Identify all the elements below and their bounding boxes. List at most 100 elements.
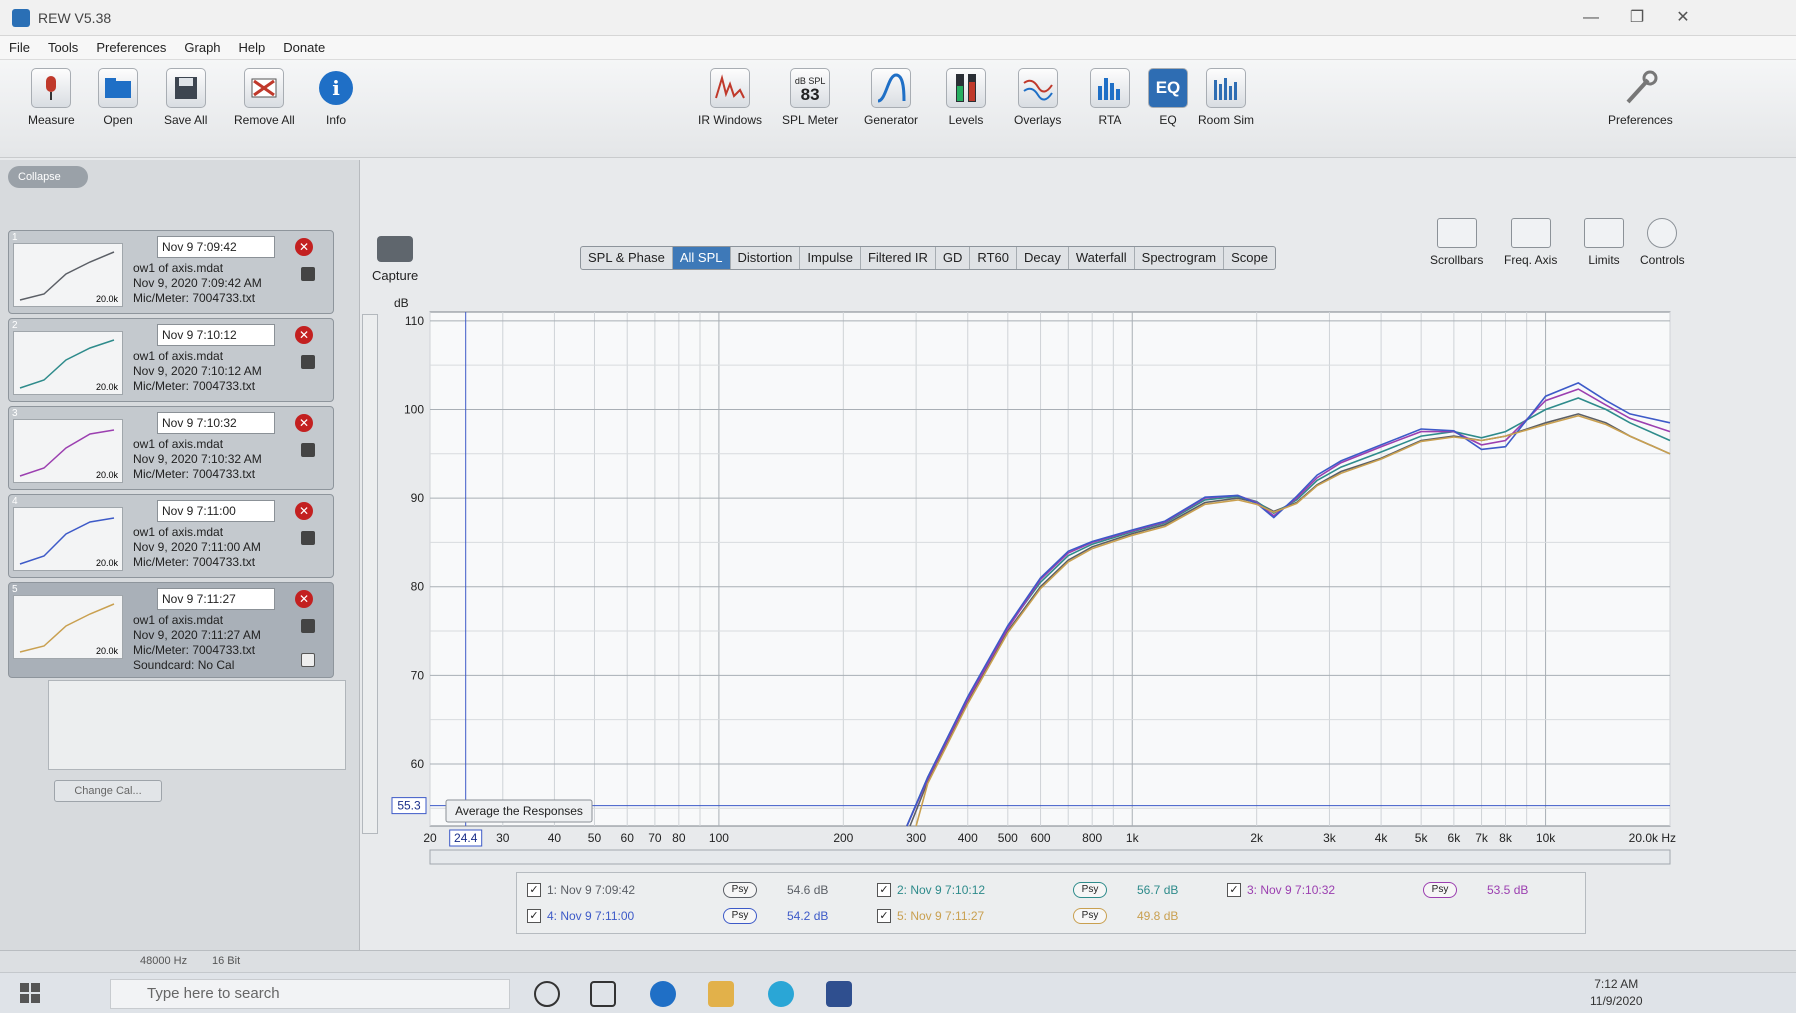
measurement-name-input[interactable]: Nov 9 7:11:27 [157,588,275,610]
save-measurement-icon[interactable] [301,267,315,281]
tab-all-spl[interactable]: All SPL [672,247,731,269]
menu-tools[interactable]: Tools [39,36,87,59]
remove-measurement-button[interactable]: ✕ [295,590,313,608]
tab-impulse[interactable]: Impulse [800,247,861,269]
levels-button[interactable]: Levels [946,68,986,127]
legend-item[interactable]: ✓ 3: Nov 9 7:10:32 Psy 53.5 dB [1227,881,1567,899]
windows-start-icon[interactable] [20,983,40,1003]
smoothing-psy-button[interactable]: Psy [1423,882,1457,898]
edge-legacy-icon[interactable] [768,981,794,1007]
edge-icon[interactable] [650,981,676,1007]
remove-all-button[interactable]: Remove All [234,68,295,127]
rew-window: REW V5.38 — ❐ ✕ File Tools Preferences Grap… [0,0,1796,1013]
task-view-icon[interactable] [590,981,616,1007]
collapse-button[interactable]: Collapse [8,166,88,188]
ir-windows-button[interactable]: IR Windows [698,68,762,127]
save-measurement-icon[interactable] [301,619,315,633]
tab-rt60[interactable]: RT60 [970,247,1017,269]
measurement-item-2[interactable]: 2 20.0k Nov 9 7:10:12 ✕ ow1 of axis.mdat… [8,318,334,402]
tab-spl-phase[interactable]: SPL & Phase [581,247,673,269]
notes-icon[interactable] [301,653,315,667]
tab-gd[interactable]: GD [936,247,971,269]
restore-button[interactable]: ❐ [1614,0,1660,36]
close-button[interactable]: ✕ [1660,0,1706,36]
measurement-name-input[interactable]: Nov 9 7:11:00 [157,500,275,522]
all-spl-graph[interactable]: 110 100 90 80 70 60 20 30 40 50 60 70 80 100 200 300 400… [390,286,1680,886]
spl-chart[interactable]: 110 100 90 80 70 60 20 30 40 50 60 70 80 100 200 300 400… [390,286,1680,886]
smoothing-psy-button[interactable]: Psy [1073,908,1107,924]
open-button[interactable]: Open [98,68,138,127]
legend-checkbox[interactable]: ✓ [527,883,541,897]
legend-level: 54.6 dB [787,883,829,897]
preferences-button[interactable]: Preferences [1608,68,1673,127]
rta-button[interactable]: RTA [1090,68,1130,127]
tab-distortion[interactable]: Distortion [731,247,801,269]
overlays-button[interactable]: Overlays [1014,68,1061,127]
eq-button[interactable]: EQ EQ [1148,68,1188,127]
save-measurement-icon[interactable] [301,355,315,369]
rew-taskbar-icon[interactable] [826,981,852,1007]
info-icon: i [316,68,356,108]
remove-measurement-button[interactable]: ✕ [295,326,313,344]
generator-button[interactable]: Generator [864,68,918,127]
x-cursor-readout: 24.4 [454,831,478,845]
tab-scope[interactable]: Scope [1224,247,1275,269]
taskbar-search-input[interactable]: Type here to search [110,979,510,1009]
panel-scrollbar[interactable] [362,314,378,834]
tab-filtered-ir[interactable]: Filtered IR [861,247,936,269]
remove-measurement-button[interactable]: ✕ [295,238,313,256]
legend-item[interactable]: ✓ 4: Nov 9 7:11:00 Psy 54.2 dB [527,907,867,925]
menu-preferences[interactable]: Preferences [87,36,175,59]
measurement-thumbnail: 20.0k [13,507,123,571]
controls-button[interactable]: Controls [1640,218,1685,267]
tab-spectrogram[interactable]: Spectrogram [1135,247,1225,269]
save-all-button[interactable]: Save All [164,68,207,127]
legend-checkbox[interactable]: ✓ [527,909,541,923]
measurement-item-5[interactable]: 5 20.0k Nov 9 7:11:27 ✕ ow1 of axis.mdat… [8,582,334,678]
smoothing-psy-button[interactable]: Psy [723,908,757,924]
legend-item[interactable]: ✓ 2: Nov 9 7:10:12 Psy 56.7 dB [877,881,1217,899]
title-bar: REW V5.38 — ❐ ✕ [0,0,1796,36]
measurement-item-1[interactable]: 1 20.0k Nov 9 7:09:42 ✕ ow1 of axis.mdat… [8,230,334,314]
measurement-item-3[interactable]: 3 20.0k Nov 9 7:10:32 ✕ ow1 of axis.mdat… [8,406,334,490]
save-measurement-icon[interactable] [301,443,315,457]
cortana-icon[interactable] [534,981,560,1007]
measurement-name-input[interactable]: Nov 9 7:10:32 [157,412,275,434]
window-title: REW V5.38 [38,10,112,26]
menu-help[interactable]: Help [230,36,275,59]
measurement-name-input[interactable]: Nov 9 7:09:42 [157,236,275,258]
measurement-date: Nov 9, 2020 7:09:42 AM [133,276,262,290]
measurement-item-4[interactable]: 4 20.0k Nov 9 7:11:00 ✕ ow1 of axis.mdat… [8,494,334,578]
legend-checkbox[interactable]: ✓ [1227,883,1241,897]
smoothing-psy-button[interactable]: Psy [723,882,757,898]
info-button[interactable]: i Info [316,68,356,127]
measure-button[interactable]: Measure [28,68,75,127]
legend-item[interactable]: ✓ 1: Nov 9 7:09:42 Psy 54.6 dB [527,881,867,899]
menu-file[interactable]: File [0,36,39,59]
file-explorer-icon[interactable] [708,981,734,1007]
minimize-button[interactable]: — [1568,0,1614,36]
tab-waterfall[interactable]: Waterfall [1069,247,1135,269]
remove-measurement-button[interactable]: ✕ [295,414,313,432]
menu-graph[interactable]: Graph [175,36,229,59]
capture-button[interactable]: Capture [372,236,418,283]
measurement-name-input[interactable]: Nov 9 7:10:12 [157,324,275,346]
freq-axis-button[interactable]: Freq. Axis [1504,218,1557,267]
legend-checkbox[interactable]: ✓ [877,909,891,923]
limits-button[interactable]: Limits [1584,218,1624,267]
legend-checkbox[interactable]: ✓ [877,883,891,897]
spl-meter-button[interactable]: dB SPL 83 SPL Meter [782,68,838,127]
x-tick-label: 50 [588,831,602,845]
menu-donate[interactable]: Donate [274,36,334,59]
room-sim-button[interactable]: Room Sim [1198,68,1254,127]
measurement-mic: Mic/Meter: 7004733.txt [133,555,256,569]
tab-decay[interactable]: Decay [1017,247,1069,269]
overlays-icon [1017,68,1058,108]
smoothing-psy-button[interactable]: Psy [1073,882,1107,898]
taskbar-clock[interactable]: 7:12 AM 11/9/2020 [1590,976,1643,1010]
remove-measurement-button[interactable]: ✕ [295,502,313,520]
change-cal-button[interactable]: Change Cal... [54,780,162,802]
legend-item[interactable]: ✓ 5: Nov 9 7:11:27 Psy 49.8 dB [877,907,1217,925]
scrollbars-button[interactable]: Scrollbars [1430,218,1483,267]
save-measurement-icon[interactable] [301,531,315,545]
